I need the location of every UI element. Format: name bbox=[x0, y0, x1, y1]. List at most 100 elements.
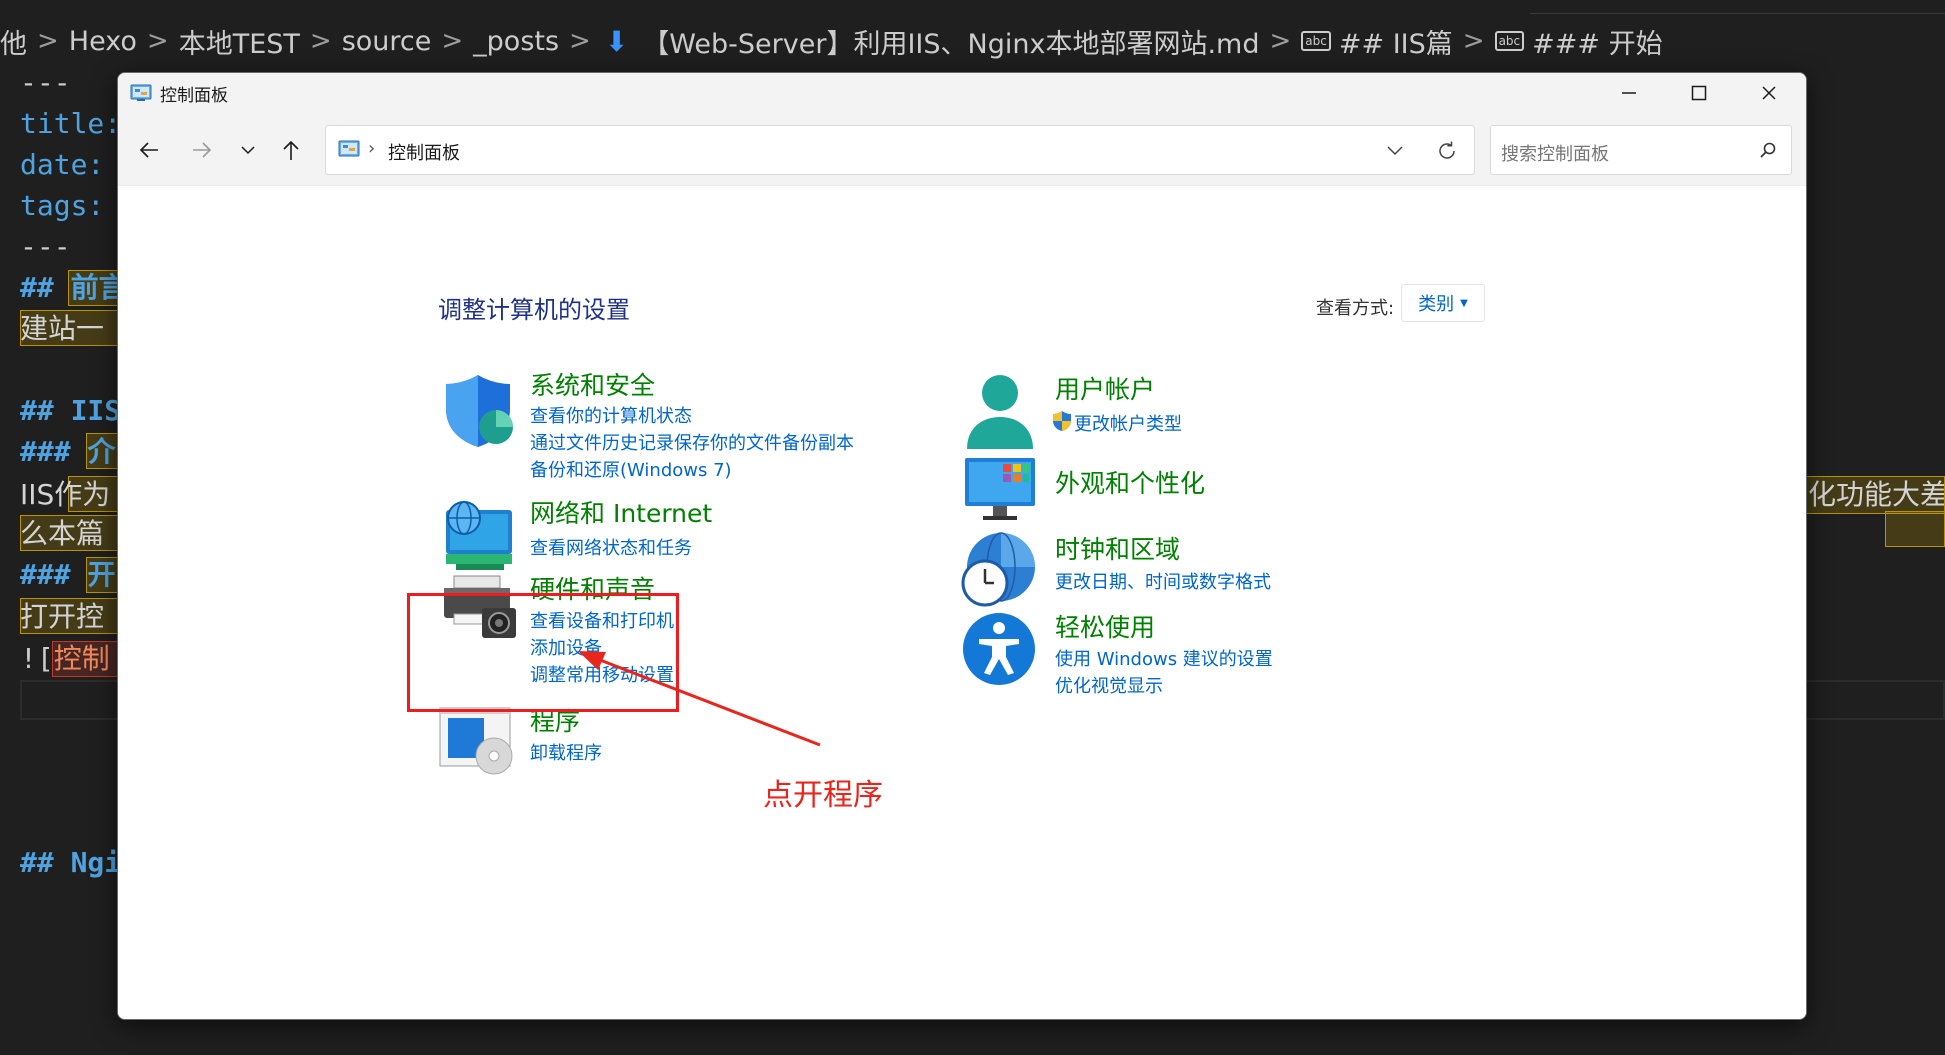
code-text: tags: bbox=[20, 189, 105, 222]
editor-line[interactable]: --- bbox=[20, 63, 71, 103]
breadcrumb: 他 > Hexo > 本地TEST > source > _posts > ⬇ … bbox=[0, 18, 1663, 64]
code-text: ### bbox=[20, 558, 88, 591]
editor-line[interactable]: ### 开 bbox=[20, 555, 115, 595]
breadcrumb-symbol[interactable]: ## IIS篇 bbox=[1339, 22, 1453, 61]
shield-icon bbox=[446, 375, 513, 447]
annotation-label: 点开程序 bbox=[763, 778, 883, 813]
breadcrumb-item[interactable]: source bbox=[342, 26, 432, 57]
refresh-icon[interactable] bbox=[1436, 140, 1458, 162]
search-box[interactable]: 搜索控制面板 bbox=[1490, 125, 1792, 175]
uac-shield-icon bbox=[1053, 411, 1071, 431]
breadcrumb-separator: > bbox=[1269, 26, 1292, 56]
link-view-computer-status[interactable]: 查看你的计算机状态 bbox=[530, 402, 692, 428]
title-bar[interactable]: 控制面板 bbox=[118, 73, 1806, 113]
editor-line[interactable]: IIS作为 bbox=[20, 475, 110, 515]
code-text: date: bbox=[20, 148, 105, 181]
view-by-label: 查看方式: bbox=[1316, 298, 1395, 319]
address-separator: › bbox=[368, 138, 376, 159]
minimize-button[interactable] bbox=[1594, 73, 1664, 113]
editor-line[interactable]: 建站一 bbox=[20, 309, 104, 349]
editor-line[interactable]: date: bbox=[20, 145, 104, 185]
forward-button[interactable] bbox=[185, 133, 219, 167]
breadcrumb-item[interactable]: Hexo bbox=[69, 26, 137, 57]
link-change-account-type[interactable]: 更改帐户类型 bbox=[1074, 410, 1182, 436]
editor-line[interactable]: ### 介 bbox=[20, 432, 115, 472]
view-by-dropdown[interactable]: 类别 ▼ bbox=[1401, 284, 1485, 322]
editor-line[interactable]: 么本篇 bbox=[20, 514, 104, 554]
link-recommended-settings[interactable]: 使用 Windows 建议的设置 bbox=[1055, 645, 1273, 671]
arrow-up-icon bbox=[283, 140, 299, 160]
maximize-icon bbox=[1691, 85, 1707, 101]
back-button[interactable] bbox=[132, 133, 166, 167]
code-text: ![ bbox=[20, 642, 54, 675]
link-file-history[interactable]: 通过文件历史记录保存你的文件备份副本 bbox=[530, 429, 854, 455]
close-icon bbox=[1762, 86, 1776, 100]
network-globe-icon bbox=[446, 501, 512, 570]
category-network[interactable]: 网络和 Internet bbox=[530, 494, 712, 530]
code-text: Ngi bbox=[70, 846, 122, 879]
breadcrumb-item[interactable]: 本地TEST bbox=[179, 22, 300, 61]
category-user-accounts[interactable]: 用户帐户 bbox=[1055, 370, 1155, 406]
close-button[interactable] bbox=[1734, 73, 1804, 113]
chevron-down-icon[interactable] bbox=[1386, 142, 1404, 158]
address-path[interactable]: 控制面板 bbox=[388, 139, 460, 165]
control-panel-icon bbox=[130, 84, 152, 101]
search-icon[interactable] bbox=[1759, 141, 1777, 159]
editor-line[interactable]: title: bbox=[20, 104, 121, 144]
code-text: ### bbox=[20, 435, 88, 468]
category-appearance[interactable]: 外观和个性化 bbox=[1055, 464, 1205, 500]
editor-text-fragment: 化功能大差不 bbox=[1803, 476, 1945, 514]
category-clock-region[interactable]: 时钟和区域 bbox=[1055, 530, 1180, 566]
editor-line[interactable]: tags: bbox=[20, 186, 104, 226]
maximize-button[interactable] bbox=[1664, 73, 1734, 113]
clock-globe-icon bbox=[961, 532, 1035, 607]
link-network-status[interactable]: 查看网络状态和任务 bbox=[530, 534, 692, 560]
editor-line[interactable]: ## 前言 bbox=[20, 268, 127, 308]
up-button[interactable] bbox=[274, 133, 308, 167]
editor-line[interactable]: --- bbox=[20, 227, 71, 267]
breadcrumb-separator: > bbox=[37, 26, 59, 56]
breadcrumb-symbol[interactable]: ### 开始 bbox=[1532, 22, 1662, 61]
code-text: ## bbox=[20, 394, 71, 427]
code-text: IIS作为 bbox=[20, 478, 111, 511]
arrow-right-icon bbox=[193, 142, 212, 158]
link-change-date-time[interactable]: 更改日期、时间或数字格式 bbox=[1055, 568, 1271, 594]
link-backup-restore[interactable]: 备份和还原(Windows 7) bbox=[530, 456, 732, 482]
control-panel-content: 调整计算机的设置 查看方式: 类别 ▼ 系统和安全 查看你的计算机状态 通过文件历… bbox=[118, 186, 1806, 1019]
appearance-monitor-icon bbox=[965, 458, 1035, 520]
control-panel-window: 控制面板 › 控制面板 搜索控制面板 调整计算机的设置 查看方式: 类别 ▼ 系… bbox=[117, 72, 1807, 1020]
search-input[interactable]: 搜索控制面板 bbox=[1501, 140, 1609, 166]
code-text: --- bbox=[20, 230, 71, 263]
dropdown-arrow-icon: ▼ bbox=[1460, 297, 1468, 309]
code-text: ## bbox=[20, 846, 71, 879]
editor-line[interactable]: 打开控 bbox=[20, 597, 104, 637]
code-text: IIS bbox=[70, 394, 122, 427]
chevron-down-icon bbox=[241, 146, 255, 155]
editor-line[interactable]: ## IIS bbox=[20, 391, 121, 431]
user-icon bbox=[967, 375, 1033, 449]
breadcrumb-item[interactable]: 他 bbox=[0, 22, 27, 61]
code-text: 开 bbox=[87, 558, 116, 591]
accessibility-icon bbox=[963, 613, 1035, 685]
breadcrumb-separator: > bbox=[441, 26, 464, 56]
editor-line[interactable]: ![控制 bbox=[20, 639, 110, 679]
category-ease-of-access[interactable]: 轻松使用 bbox=[1055, 608, 1155, 644]
code-text: ## bbox=[20, 271, 71, 304]
breadcrumb-separator: > bbox=[146, 26, 169, 56]
breadcrumb-item[interactable]: _posts bbox=[473, 26, 559, 57]
editor-line[interactable]: ## Ngi bbox=[20, 843, 121, 883]
link-uninstall-program[interactable]: 卸载程序 bbox=[530, 739, 602, 765]
category-system-security[interactable]: 系统和安全 bbox=[530, 366, 655, 402]
recent-locations-button[interactable] bbox=[231, 133, 265, 167]
code-text: 打开控 bbox=[20, 600, 105, 633]
minimize-icon bbox=[1622, 92, 1636, 94]
page-title: 调整计算机的设置 bbox=[438, 296, 630, 324]
breadcrumb-separator: > bbox=[1462, 26, 1485, 56]
code-text: 介 bbox=[87, 435, 116, 468]
arrow-left-icon bbox=[139, 142, 158, 158]
code-text: --- bbox=[20, 66, 71, 99]
breadcrumb-file[interactable]: 【Web-Server】利用IIS、Nginx本地部署网站.md bbox=[642, 22, 1259, 61]
link-optimize-display[interactable]: 优化视觉显示 bbox=[1055, 672, 1163, 698]
view-by-value: 类别 bbox=[1418, 294, 1455, 315]
address-bar[interactable]: › 控制面板 bbox=[325, 125, 1475, 175]
